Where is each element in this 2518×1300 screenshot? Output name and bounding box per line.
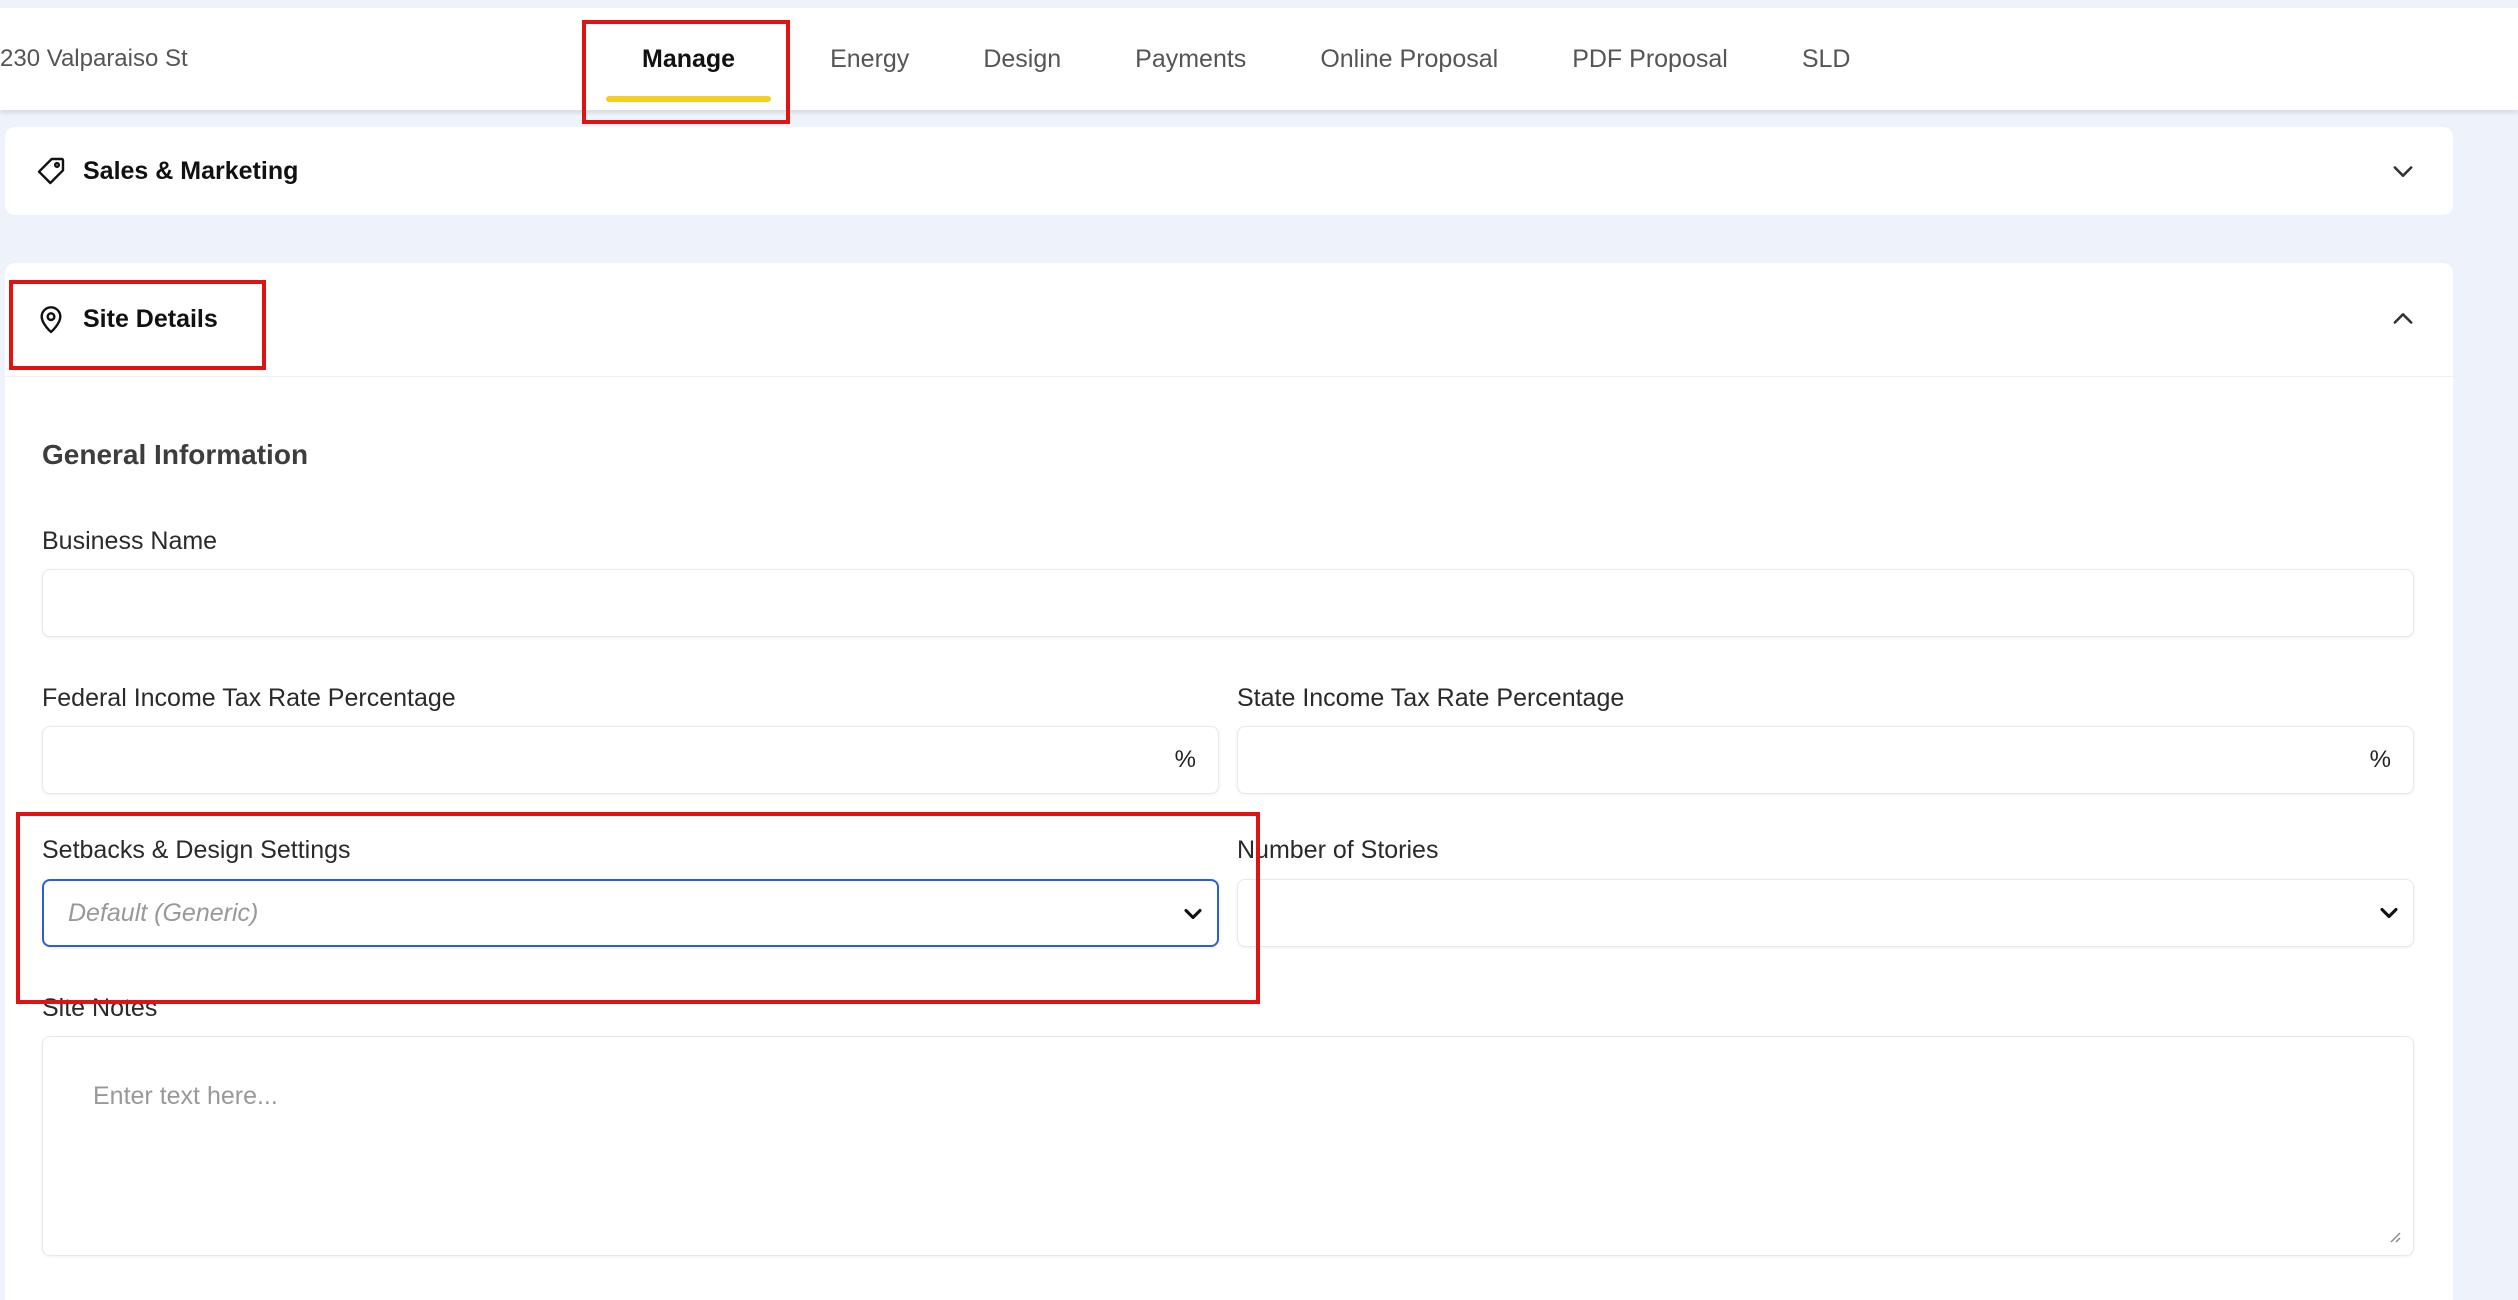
site-details-title: Site Details: [83, 305, 218, 333]
setbacks-placeholder: Default (Generic): [68, 899, 259, 927]
sales-marketing-section: Sales & Marketing: [5, 127, 2453, 215]
tab-energy[interactable]: Energy: [793, 8, 946, 110]
map-pin-icon: [40, 305, 62, 333]
site-notes-placeholder: Enter text here...: [93, 1082, 278, 1110]
state-tax-input[interactable]: %: [1237, 726, 2414, 794]
site-notes-textarea[interactable]: Enter text here...: [42, 1036, 2414, 1256]
chevron-down-icon: [1184, 908, 1202, 920]
tab-online-proposal[interactable]: Online Proposal: [1283, 8, 1535, 110]
federal-tax-input[interactable]: %: [42, 726, 1219, 794]
tab-design[interactable]: Design: [946, 8, 1098, 110]
business-name-label: Business Name: [42, 527, 218, 555]
project-address: 230 Valparaiso St: [0, 45, 188, 72]
federal-tax-percent-suffix: %: [1174, 746, 1196, 773]
federal-tax-label: Federal Income Tax Rate Percentage: [42, 684, 456, 712]
tab-manage[interactable]: Manage: [584, 8, 793, 110]
top-bar: 230 Valparaiso St Manage Energy Design P…: [0, 8, 2518, 110]
sales-marketing-header[interactable]: Sales & Marketing: [5, 127, 2453, 215]
tab-payments[interactable]: Payments: [1098, 8, 1283, 110]
site-notes-label: Site Notes: [42, 994, 158, 1022]
setbacks-select[interactable]: Default (Generic): [42, 879, 1219, 947]
tab-pdf-proposal[interactable]: PDF Proposal: [1535, 8, 1765, 110]
nav-tabs: Manage Energy Design Payments Online Pro…: [584, 8, 1887, 110]
chevron-up-icon[interactable]: [2389, 305, 2417, 333]
chevron-down-icon: [2380, 907, 2398, 919]
stories-select[interactable]: [1237, 879, 2414, 947]
tab-sld[interactable]: SLD: [1765, 8, 1888, 110]
chevron-down-icon[interactable]: [2389, 157, 2417, 185]
general-information-heading: General Information: [42, 439, 309, 470]
tag-icon: [37, 157, 65, 185]
business-name-input[interactable]: [42, 569, 2414, 637]
site-details-header[interactable]: Site Details: [5, 263, 2453, 377]
resize-handle-icon[interactable]: [2385, 1227, 2401, 1243]
setbacks-label: Setbacks & Design Settings: [42, 836, 351, 864]
state-tax-percent-suffix: %: [2369, 746, 2391, 773]
stories-label: Number of Stories: [1237, 836, 1439, 864]
state-tax-label: State Income Tax Rate Percentage: [1237, 684, 1625, 712]
sales-marketing-title: Sales & Marketing: [83, 156, 299, 185]
